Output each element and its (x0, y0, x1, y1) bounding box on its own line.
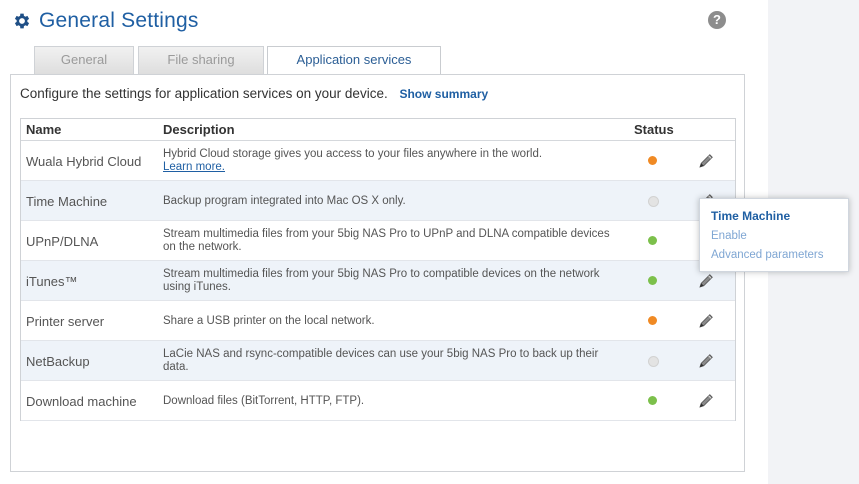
pencil-icon[interactable] (696, 351, 716, 371)
column-name: Name (26, 122, 62, 137)
table-row: UPnP/DLNA Stream multimedia files from yo… (21, 221, 735, 261)
service-description-text: Download files (BitTorrent, HTTP, FTP). (163, 394, 365, 407)
services-table: Name Description Status Wuala Hybrid Clo… (20, 118, 736, 421)
pencil-icon[interactable] (696, 151, 716, 171)
service-name: Download machine (26, 393, 137, 409)
tab-application-services[interactable]: Application services (267, 46, 441, 76)
status-indicator (648, 396, 657, 405)
page-header: General Settings (12, 6, 199, 36)
service-name: NetBackup (26, 353, 90, 369)
page-title: General Settings (39, 9, 199, 32)
service-context-menu: Time Machine Enable Advanced parameters (699, 198, 849, 272)
menu-title: Time Machine (711, 209, 791, 223)
service-description: Share a USB printer on the local network… (163, 301, 623, 341)
table-row: Download machine Download files (BitTorre… (21, 381, 735, 421)
status-indicator (648, 356, 659, 367)
tab-file-sharing[interactable]: File sharing (138, 46, 264, 74)
table-header: Name Description Status (21, 119, 735, 141)
table-row: iTunes™ Stream multimedia files from your… (21, 261, 735, 301)
table-row: Printer server Share a USB printer on the… (21, 301, 735, 341)
service-description-text: Share a USB printer on the local network… (163, 314, 375, 327)
show-summary-link[interactable]: Show summary (399, 87, 488, 101)
column-status: Status (634, 122, 674, 137)
tab-general[interactable]: General (34, 46, 134, 74)
gear-icon (14, 13, 30, 29)
service-name: Time Machine (26, 193, 108, 209)
service-description-text: Stream multimedia files from your 5big N… (163, 228, 610, 253)
learn-more-link[interactable]: Learn more. (163, 161, 623, 174)
service-description: Backup program integrated into Mac OS X … (163, 181, 623, 221)
service-description-text: Stream multimedia files from your 5big N… (163, 268, 600, 293)
menu-item-advanced-parameters[interactable]: Advanced parameters (711, 249, 824, 261)
service-description: LaCie NAS and rsync-compatible devices c… (163, 341, 623, 381)
table-row: NetBackup LaCie NAS and rsync-compatible … (21, 341, 735, 381)
service-description: Hybrid Cloud storage gives you access to… (163, 141, 623, 181)
service-description-text: Backup program integrated into Mac OS X … (163, 194, 406, 207)
service-description: Stream multimedia files from your 5big N… (163, 221, 623, 261)
status-indicator (648, 196, 659, 207)
service-description-text: Hybrid Cloud storage gives you access to… (163, 148, 543, 160)
intro-text: Configure the settings for application s… (20, 86, 488, 101)
menu-item-enable[interactable]: Enable (711, 230, 747, 242)
table-row: Time Machine Backup program integrated in… (21, 181, 735, 221)
pencil-icon[interactable] (696, 271, 716, 291)
status-indicator (648, 156, 657, 165)
column-description: Description (163, 122, 235, 137)
service-name: Printer server (26, 313, 105, 329)
status-indicator (648, 316, 657, 325)
service-description: Download files (BitTorrent, HTTP, FTP). (163, 381, 623, 421)
help-icon[interactable]: ? (708, 11, 726, 29)
service-name: Wuala Hybrid Cloud (26, 153, 142, 169)
service-name: UPnP/DLNA (26, 233, 99, 249)
status-indicator (648, 276, 657, 285)
intro-description: Configure the settings for application s… (20, 86, 388, 101)
pencil-icon[interactable] (696, 311, 716, 331)
service-description: Stream multimedia files from your 5big N… (163, 261, 623, 301)
table-row: Wuala Hybrid Cloud Hybrid Cloud storage g… (21, 141, 735, 181)
pencil-icon[interactable] (696, 391, 716, 411)
service-description-text: LaCie NAS and rsync-compatible devices c… (163, 348, 599, 373)
service-name: iTunes™ (26, 273, 78, 289)
status-indicator (648, 236, 657, 245)
